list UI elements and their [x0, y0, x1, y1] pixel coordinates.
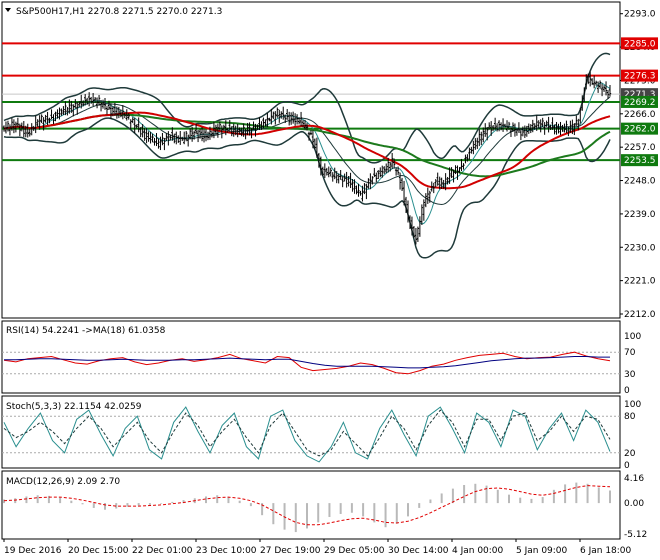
stoch-axis-label: 20 [624, 449, 636, 459]
time-tick-label: 19 Dec 2016 [4, 546, 62, 556]
time-tick-label: 22 Dec 01:00 [132, 546, 193, 556]
time-tick-label: 4 Jan 00:00 [452, 546, 504, 556]
symbol-header: S&P500H17,H1 2270.8 2271.5 2270.0 2271.3 [16, 7, 222, 17]
time-tick-label: 6 Jan 18:00 [580, 546, 632, 556]
price-tick-label: 2248.0 [624, 177, 656, 187]
price-tick-label: 2266.0 [624, 110, 656, 120]
price-tick-label: 2293.0 [624, 10, 656, 20]
trading-chart[interactable]: 2293.02284.02275.02266.02257.02248.02239… [0, 0, 660, 560]
stoch-title: Stoch(5,3,3) 22.1154 42.0259 [6, 402, 142, 412]
stoch-axis-label: 80 [624, 412, 636, 422]
time-tick-label: 5 Jan 09:00 [516, 546, 568, 556]
rsi-axis-label: 30 [624, 370, 636, 380]
rsi-axis-label: 70 [624, 348, 636, 358]
macd-axis-label: 4.16 [624, 474, 644, 484]
level-tag-label: 2262.0 [624, 125, 656, 135]
macd-title: MACD(12,26,9) 2.09 2.70 [6, 477, 120, 487]
level-tag-label: 2285.0 [624, 39, 656, 49]
time-axis: 19 Dec 2016 20 Dec 15:00 22 Dec 01:00 23 De… [3, 539, 632, 556]
level-tag-label: 2276.3 [624, 72, 656, 82]
price-tick-label: 2257.0 [624, 143, 656, 153]
indicator-axes: 100 70 30 0 100 80 20 0 4.16 0.00 -5.12 [624, 332, 647, 540]
time-tick-label: 23 Dec 10:00 [196, 546, 257, 556]
price-tick-label: 2212.0 [624, 310, 656, 320]
price-tick-label: 2239.0 [624, 210, 656, 220]
time-tick-label: 27 Dec 19:00 [260, 546, 321, 556]
time-tick-label: 29 Dec 05:00 [324, 546, 385, 556]
stoch-axis-label: 100 [624, 400, 641, 410]
rsi-axis-label: 0 [624, 386, 630, 396]
price-tick-label: 2230.0 [624, 243, 656, 253]
rsi-title: RSI(14) 54.2241 ->MA(18) 61.0358 [6, 326, 166, 336]
stoch-axis-label: 0 [624, 461, 630, 471]
macd-axis-label: 0.00 [624, 499, 644, 509]
price-tick-label: 2221.0 [624, 277, 656, 287]
macd-axis-label: -5.12 [624, 530, 647, 540]
level-tag-label: 2269.2 [624, 98, 656, 108]
level-tag-label: 2253.5 [624, 156, 656, 166]
time-tick-label: 30 Dec 14:00 [388, 546, 449, 556]
rsi-axis-label: 100 [624, 332, 641, 342]
time-tick-label: 20 Dec 15:00 [68, 546, 129, 556]
